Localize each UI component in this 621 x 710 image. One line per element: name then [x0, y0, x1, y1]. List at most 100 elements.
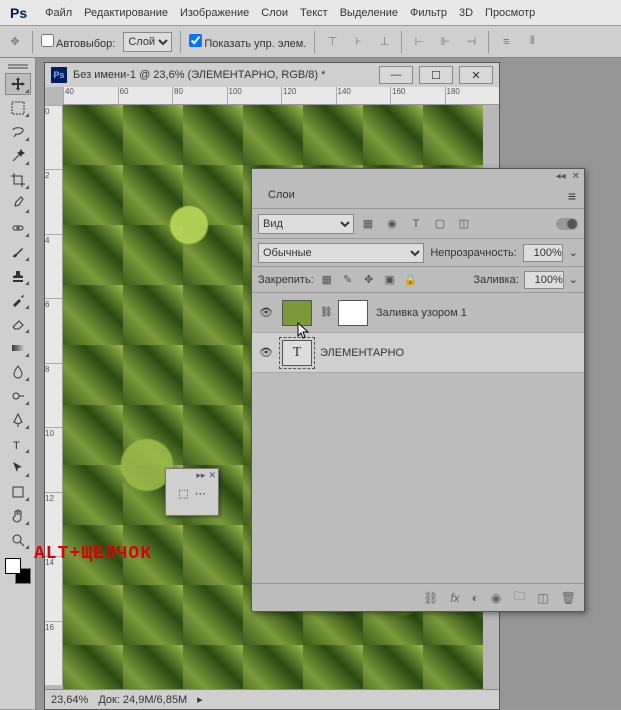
lock-paint-icon[interactable]: ✎: [340, 272, 356, 288]
history-brush-tool[interactable]: [5, 289, 31, 311]
menu-edit[interactable]: Редактирование: [84, 7, 168, 19]
panel-menu-icon[interactable]: ≡: [568, 188, 576, 204]
mini-3d-icon[interactable]: ⬚: [178, 487, 188, 500]
layer-row[interactable]: 👁 T ЭЛЕМЕНТАРНО: [252, 333, 584, 373]
toolbox-handle[interactable]: [4, 61, 32, 69]
hand-tool[interactable]: [5, 505, 31, 527]
menu-3d[interactable]: 3D: [459, 7, 473, 19]
doc-info-arrow[interactable]: ▸: [197, 693, 203, 706]
stamp-tool[interactable]: [5, 265, 31, 287]
fill-arrow[interactable]: ⌄: [569, 273, 578, 286]
layer-thumb[interactable]: [282, 300, 312, 326]
link-layers-icon[interactable]: ⛓: [423, 591, 438, 605]
opacity-arrow[interactable]: ⌄: [569, 246, 578, 259]
opacity-input[interactable]: [523, 244, 563, 262]
align-left-icon[interactable]: ⊢: [410, 33, 428, 51]
menu-text[interactable]: Текст: [300, 7, 328, 19]
wand-tool[interactable]: [5, 145, 31, 167]
adjustment-icon[interactable]: ◉: [491, 591, 501, 605]
align-bottom-icon[interactable]: ⊥: [375, 33, 393, 51]
dodge-tool[interactable]: [5, 385, 31, 407]
mini-collapse-icon[interactable]: ▸▸: [196, 470, 205, 480]
layer-row[interactable]: 👁 ⛓ Заливка узором 1: [252, 293, 584, 333]
link-icon: ⛓: [320, 307, 330, 318]
delete-layer-icon[interactable]: 🗑: [561, 591, 576, 605]
lock-trans-icon[interactable]: ▦: [319, 272, 335, 288]
distribute2-icon[interactable]: ⫴: [523, 33, 541, 51]
gradient-tool[interactable]: [5, 337, 31, 359]
align-top-icon[interactable]: ⊤: [323, 33, 341, 51]
align-hcenter-icon[interactable]: ⊩: [436, 33, 454, 51]
menu-image[interactable]: Изображение: [180, 7, 249, 19]
layer-thumb-text[interactable]: T: [282, 340, 312, 366]
svg-text:T: T: [13, 440, 20, 452]
panel-close-icon[interactable]: ✕: [572, 171, 580, 181]
brush-tool[interactable]: [5, 241, 31, 263]
align-vcenter-icon[interactable]: ⊦: [349, 33, 367, 51]
doc-info: Док: 24,9M/6,85M: [98, 694, 187, 706]
filter-smart-icon[interactable]: ◫: [454, 214, 474, 234]
layer-name[interactable]: Заливка узором 1: [376, 307, 467, 319]
filter-pixel-icon[interactable]: ▦: [358, 214, 378, 234]
layers-footer: ⛓ fx ◐ ◉ 🗀 ◫ 🗑: [252, 583, 584, 611]
options-bar: ✥ Автовыбор: Слой Показать упр. элем. ⊤ …: [0, 26, 621, 58]
eyedropper-tool[interactable]: [5, 193, 31, 215]
fx-icon[interactable]: fx: [450, 591, 459, 605]
ruler-horizontal[interactable]: 406080100120140160180: [63, 87, 499, 105]
group-icon[interactable]: 🗀: [513, 587, 525, 608]
heal-tool[interactable]: [5, 217, 31, 239]
fill-input[interactable]: [524, 271, 564, 289]
menu-filter[interactable]: Фильтр: [410, 7, 447, 19]
workspace: T Ps Без имени-1 @ 23,6% (ЭЛЕМЕНТАРНО, R…: [0, 58, 621, 709]
zoom-tool[interactable]: [5, 529, 31, 551]
layer-mask[interactable]: [338, 300, 368, 326]
blend-mode-select[interactable]: Обычные: [258, 243, 424, 263]
filter-toggle[interactable]: [556, 218, 578, 230]
pen-tool[interactable]: [5, 409, 31, 431]
minimize-button[interactable]: —: [379, 66, 413, 84]
autoselect-target[interactable]: Слой: [123, 32, 172, 52]
shape-tool[interactable]: [5, 481, 31, 503]
lock-all-icon[interactable]: 🔒: [403, 272, 419, 288]
show-controls-checkbox[interactable]: Показать упр. элем.: [189, 34, 306, 50]
filter-shape-icon[interactable]: ▢: [430, 214, 450, 234]
move-tool[interactable]: [5, 73, 31, 95]
visibility-icon[interactable]: 👁: [258, 306, 274, 319]
marquee-tool[interactable]: [5, 97, 31, 119]
document-titlebar[interactable]: Ps Без имени-1 @ 23,6% (ЭЛЕМЕНТАРНО, RGB…: [45, 63, 499, 87]
lock-artboard-icon[interactable]: ▣: [382, 272, 398, 288]
visibility-icon[interactable]: 👁: [258, 346, 274, 359]
distribute-icon[interactable]: ≡: [497, 33, 515, 51]
type-tool[interactable]: T: [5, 433, 31, 455]
tab-layers[interactable]: Слои: [260, 185, 303, 207]
ruler-vertical[interactable]: 0246810121416: [45, 105, 63, 685]
lasso-tool[interactable]: [5, 121, 31, 143]
eraser-tool[interactable]: [5, 313, 31, 335]
panel-collapse-icon[interactable]: ◂◂: [556, 171, 566, 181]
filter-kind-select[interactable]: Вид: [258, 214, 354, 234]
blur-tool[interactable]: [5, 361, 31, 383]
filter-adjust-icon[interactable]: ◉: [382, 214, 402, 234]
lock-pos-icon[interactable]: ✥: [361, 272, 377, 288]
close-button[interactable]: ✕: [459, 66, 493, 84]
mini-menu-icon[interactable]: ⋯: [195, 487, 206, 500]
layer-name[interactable]: ЭЛЕМЕНТАРНО: [320, 347, 404, 359]
move-tool-icon: ✥: [6, 33, 24, 51]
menu-select[interactable]: Выделение: [340, 7, 398, 19]
menu-layers[interactable]: Слои: [261, 7, 288, 19]
menu-file[interactable]: Файл: [45, 7, 72, 19]
zoom-level[interactable]: 23,64%: [51, 694, 88, 706]
mask-icon[interactable]: ◐: [472, 591, 479, 605]
mini-close-icon[interactable]: ✕: [208, 470, 216, 480]
filter-type-icon[interactable]: T: [406, 214, 426, 234]
menu-view[interactable]: Просмотр: [485, 7, 535, 19]
color-swatch[interactable]: [5, 558, 31, 584]
path-select-tool[interactable]: [5, 457, 31, 479]
autoselect-checkbox[interactable]: Автовыбор:: [41, 34, 115, 50]
mini-3d-panel[interactable]: ▸▸✕ ⬚ ⋯: [165, 468, 219, 516]
layers-panel: ◂◂✕ Слои ≡ Вид ▦ ◉ T ▢ ◫ Обычные Непрозр…: [251, 168, 585, 612]
align-right-icon[interactable]: ⊣: [462, 33, 480, 51]
crop-tool[interactable]: [5, 169, 31, 191]
new-layer-icon[interactable]: ◫: [537, 591, 548, 605]
maximize-button[interactable]: ☐: [419, 66, 453, 84]
